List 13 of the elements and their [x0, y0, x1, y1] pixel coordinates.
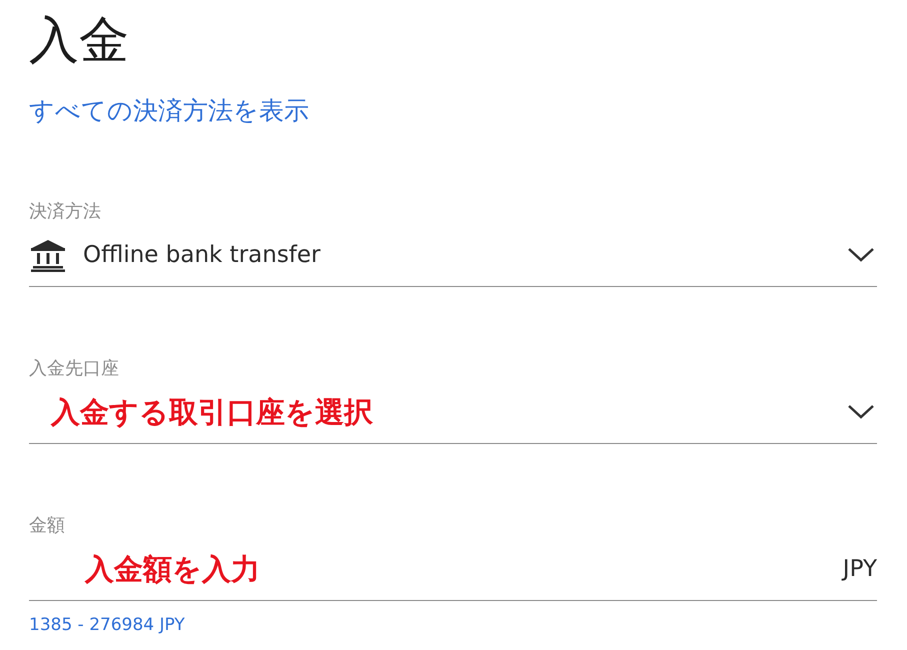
amount-range: 1385 - 276984 JPY [29, 615, 185, 635]
chevron-down-icon[interactable] [847, 247, 875, 263]
annotation-text: 入金する取引口座を選択 [51, 394, 373, 431]
show-all-methods-link[interactable]: すべての決済方法を表示 [29, 94, 309, 128]
annotation-text: 入金額を入力 [85, 551, 260, 588]
field-label: 決済方法 [29, 200, 101, 224]
currency-suffix: JPY [842, 556, 877, 582]
field-label: 金額 [29, 514, 65, 538]
field-label: 入金先口座 [29, 357, 119, 381]
field-value: Offline bank transfer [83, 242, 321, 268]
page-title: 入金 [29, 10, 130, 71]
bank-icon [29, 238, 67, 272]
chevron-down-icon[interactable] [847, 404, 875, 420]
